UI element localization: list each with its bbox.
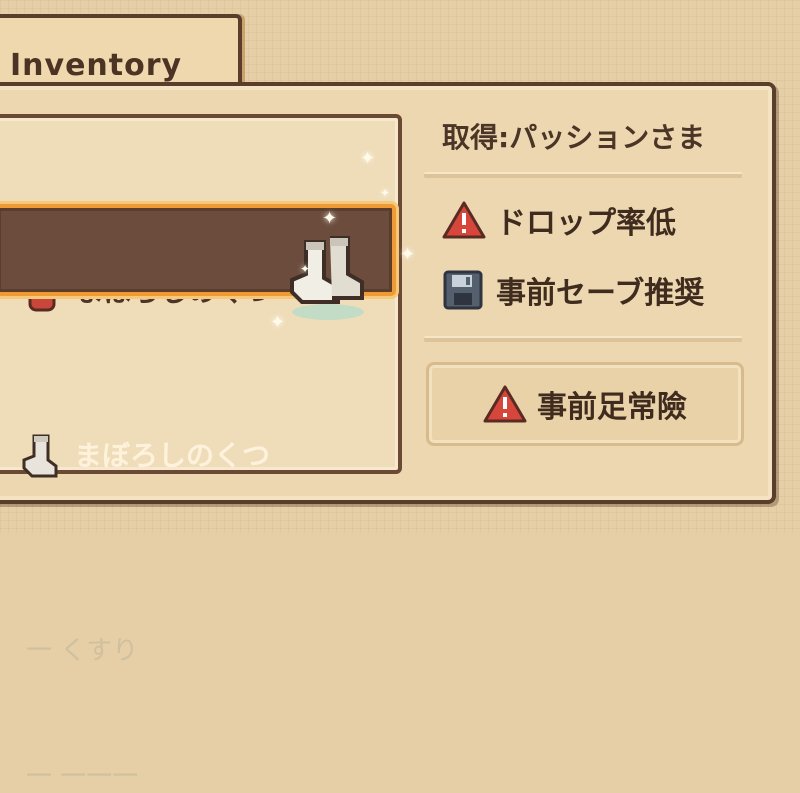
list-item-empty[interactable]: 一 一一一 — [0, 376, 390, 792]
sparkle-icon: ✦ — [380, 186, 391, 200]
caution-button[interactable]: 事前足常險 — [426, 362, 744, 446]
list-item-label: 一 一一一 — [26, 762, 139, 792]
drop-rate-row: ドロップ率低 — [442, 198, 676, 242]
sparkle-icon: ✦ — [322, 208, 338, 229]
list-item-label: 一 くすり — [26, 636, 139, 666]
inventory-tab[interactable]: Inventory — [0, 14, 242, 92]
list-item-label: まぼろしのくつ — [74, 439, 271, 472]
caution-button-label: 事前足常險 — [537, 390, 687, 425]
save-recommend-text: 事前セーブ推奨 — [496, 276, 705, 311]
list-item-medicine[interactable]: 一 くすり — [0, 312, 390, 666]
save-disk-icon — [443, 270, 483, 310]
save-recommend-row: 事前セーブ推奨 — [442, 268, 704, 312]
sparkle-icon: ✦ — [360, 148, 376, 169]
phantom-boots-icon — [290, 236, 364, 320]
sock-icon — [22, 434, 58, 478]
list-item-phantom-shoes-1[interactable]: まぼろしのくつ — [0, 132, 390, 312]
divider — [424, 336, 742, 342]
divider — [424, 172, 742, 178]
warning-icon — [483, 385, 527, 423]
drop-rate-text: ドロップ率低 — [496, 206, 676, 241]
inventory-tab-label: Inventory — [10, 48, 183, 83]
sparkle-icon: ✦ — [300, 262, 311, 276]
sparkle-icon: ✦ — [400, 244, 416, 265]
acquired-from-text: 取得:パッションさま — [442, 121, 706, 154]
warning-icon — [442, 201, 486, 239]
